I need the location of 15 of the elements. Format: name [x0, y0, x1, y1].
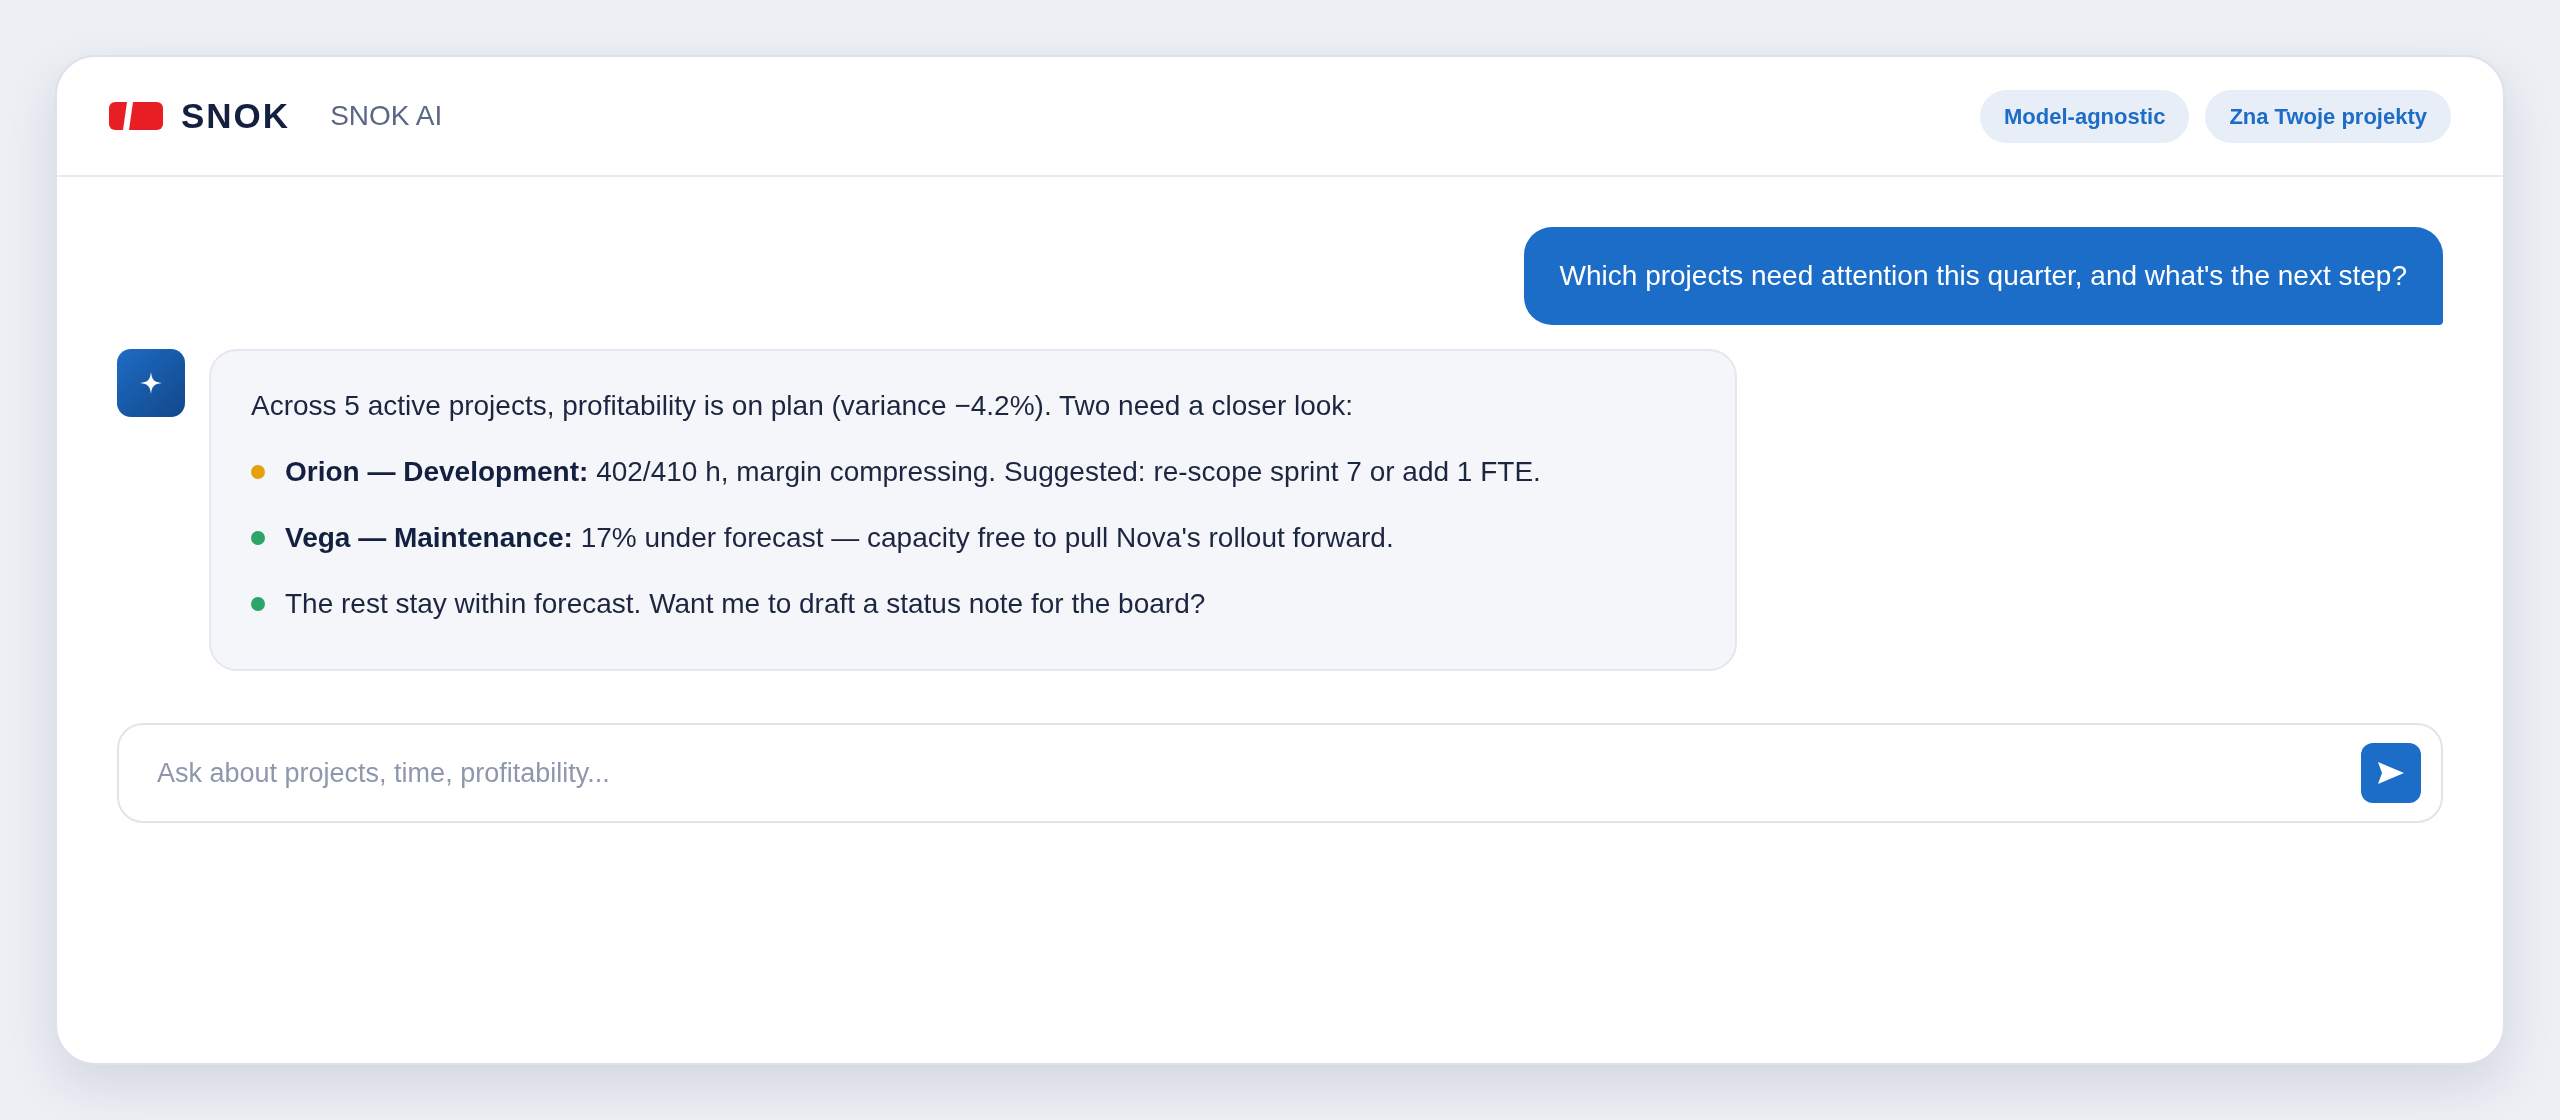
feature-tag: Model-agnostic: [1980, 89, 2190, 143]
user-message: Which projects need attention this quarter, and what's the next step?: [1523, 227, 2443, 325]
bullet-text: Orion — Development: 402/410 h, margin compressing. Suggested: re-scope sprint 7 or add 1 FTE.: [285, 455, 1541, 489]
message-text: Across 5 active projects, profitability is on plan (variance −4.2%). Two need a closer look:: [251, 389, 1355, 423]
send-icon: [2378, 762, 2404, 784]
bullet-text: The rest stay within forecast. Want me to draft a status note for the board?: [285, 587, 1206, 621]
message-field[interactable]: Ask about projects, time, profitability...: [117, 723, 2443, 823]
feature-tag: Zna Twoje projekty: [2205, 89, 2451, 143]
bullet-text: Vega — Maintenance: 17% under forecast — capacity free to pull Nova's rollout forward.: [285, 521, 1394, 555]
message-input[interactable]: Ask about projects, time, profitability...: [155, 751, 2361, 795]
send-button[interactable]: [2361, 743, 2421, 803]
product-name: SNOK AI: [330, 99, 443, 133]
brand-name: SNOK: [181, 94, 291, 137]
sparkle-icon: [140, 372, 162, 394]
logo-icon: [109, 102, 163, 130]
